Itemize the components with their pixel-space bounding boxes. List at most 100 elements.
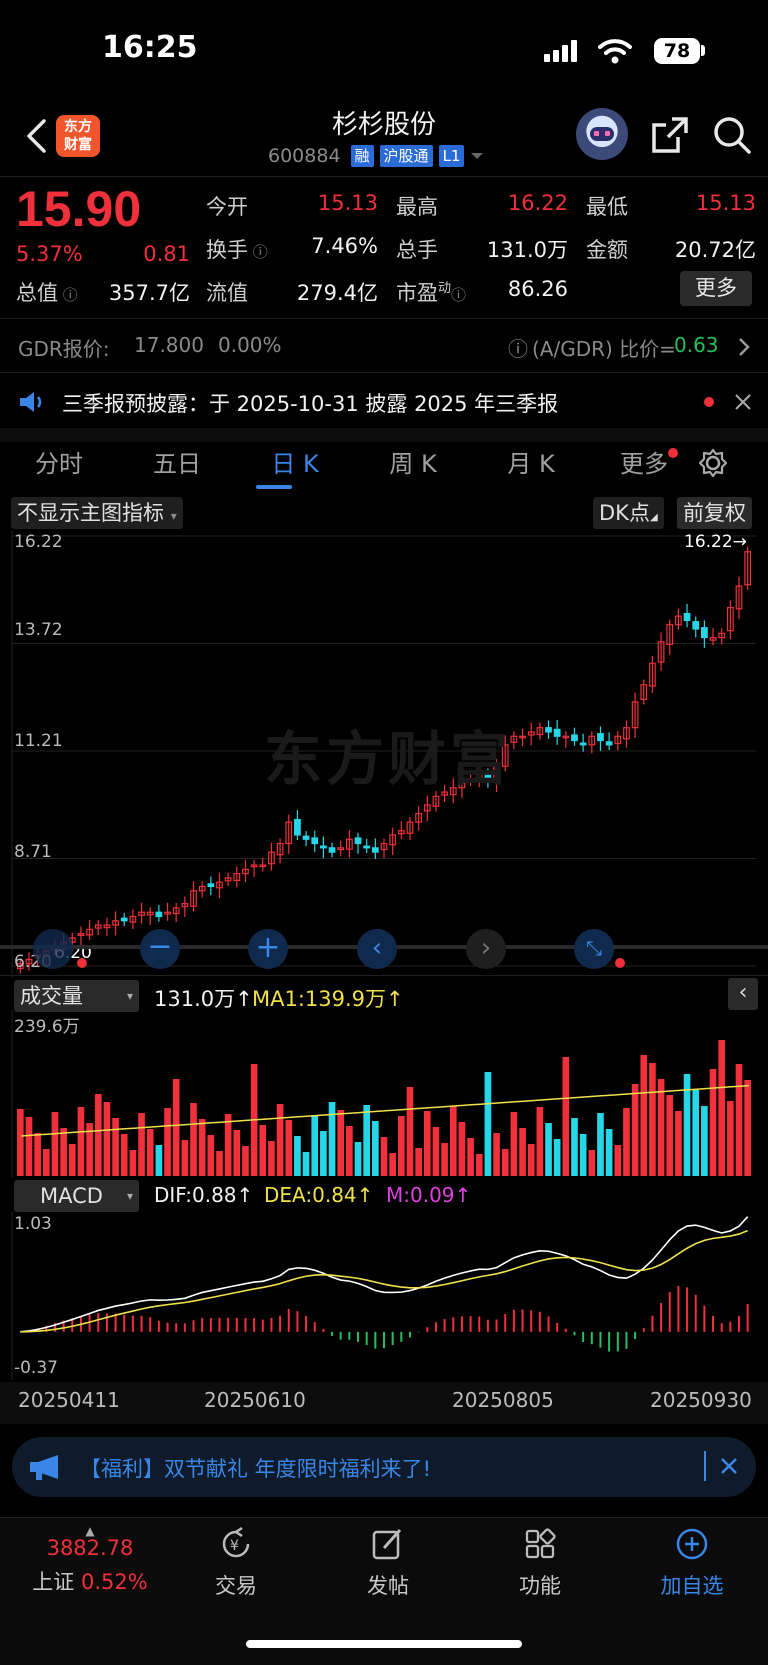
volume-bar (320, 1131, 327, 1176)
candle-body (120, 917, 128, 922)
volume-bar (268, 1141, 275, 1176)
candle-body (363, 845, 371, 849)
mktcap-label: 总值 ⓘ (16, 281, 78, 305)
current-price: 15.90 (16, 181, 142, 237)
volume-bar (467, 1138, 474, 1176)
nav-trade[interactable]: ¥ 交易 (176, 1518, 296, 1600)
nav-post[interactable]: 发帖 (328, 1518, 448, 1600)
tab-monthly-k[interactable]: 月 K (472, 442, 590, 494)
volume-bar (623, 1108, 630, 1176)
notice-dot (704, 397, 714, 407)
promo-banner[interactable]: 【福利】双节献礼 年度限时福利来了! (12, 1437, 756, 1497)
nav-functions[interactable]: 功能 (480, 1518, 600, 1600)
megaphone-icon (30, 1455, 58, 1480)
settings-gear-icon[interactable] (698, 448, 728, 478)
scroll-left-button[interactable]: ‹ (357, 929, 397, 969)
connect-tag: 沪股通 (379, 145, 433, 167)
macd-indicator-select[interactable]: MACD ▾ (14, 1180, 139, 1212)
date-axis: 20250411 20250610 20250805 20250930 (0, 1382, 768, 1424)
collapse-panel-button[interactable]: ‹ (728, 978, 758, 1010)
wifi-icon (598, 39, 632, 64)
candle-body (597, 733, 604, 742)
candle-body (311, 837, 319, 845)
candle-body (545, 727, 552, 733)
y-label-3: 11.21 (14, 731, 63, 751)
ai-assistant-icon[interactable] (576, 108, 628, 160)
share-icon[interactable] (650, 115, 690, 155)
main-indicator-select[interactable]: 不显示主图指标 ▾ (11, 497, 183, 529)
low-value: 15.13 (695, 191, 756, 215)
nav-add-watchlist[interactable]: 加自选 (632, 1518, 752, 1600)
zoom-out-button[interactable]: − (140, 929, 180, 969)
notice-row[interactable]: 三季报预披露：于 2025-10-31 披露 2025 年三季报 (0, 378, 768, 428)
volume-indicator-select[interactable]: 成交量 ▾ (14, 980, 139, 1012)
scroll-right-button[interactable]: › (466, 929, 506, 969)
zoom-in-button[interactable]: + (248, 929, 288, 969)
volume-bar (501, 1149, 509, 1176)
candle-body (571, 734, 578, 742)
volume-bar (458, 1122, 466, 1176)
draw-tool-button[interactable] (33, 929, 73, 969)
volume-bar (190, 1103, 197, 1176)
volume-bar (484, 1072, 492, 1176)
volume-bar (112, 1118, 119, 1176)
volume-bar (34, 1133, 41, 1176)
caret-down-icon[interactable] (470, 151, 484, 161)
watermark: 东方财富 (264, 725, 513, 793)
dk-point-button[interactable]: DK点◢ (593, 497, 664, 529)
volume-bar (666, 1095, 674, 1176)
macd-chart (11, 1212, 749, 1380)
volume-bar (640, 1055, 648, 1176)
low-label: 最低 (586, 195, 628, 219)
search-icon[interactable] (712, 115, 752, 155)
volume-bar (259, 1125, 267, 1176)
macd-dif-line (20, 1216, 749, 1333)
info-icon: ⓘ (508, 337, 528, 361)
volume-bar (423, 1111, 431, 1176)
volume-bar (562, 1057, 570, 1176)
svg-text:¥: ¥ (230, 1538, 239, 1554)
index-name: 上证 (32, 1570, 75, 1594)
volume-bar (77, 1107, 85, 1176)
tab-five-day[interactable]: 五日 (118, 442, 236, 494)
volume-label: 总手 (396, 238, 438, 262)
date-label-2: 20250610 (204, 1388, 306, 1412)
volume-bar (744, 1080, 751, 1176)
turnover-value: 7.46% (311, 234, 378, 258)
promo-close-icon[interactable] (720, 1457, 738, 1475)
volume-ymax: 239.6万 (14, 1017, 80, 1037)
volume-bar (597, 1113, 604, 1176)
volume-bar (25, 1117, 33, 1176)
volume-bar (735, 1064, 743, 1176)
volume-bar (727, 1101, 734, 1176)
volume-bar (675, 1111, 682, 1176)
fullscreen-button[interactable]: ⤡ (574, 929, 614, 969)
grid-icon (525, 1528, 556, 1559)
close-icon[interactable] (734, 393, 752, 411)
gdr-ratio: 0.63 (674, 333, 719, 357)
max-price-marker: 16.22→ (684, 532, 747, 552)
high-value: 16.22 (507, 191, 568, 215)
adjust-button[interactable]: 前复权 (677, 497, 752, 529)
volume-bar (224, 1114, 232, 1176)
tab-intraday[interactable]: 分时 (0, 442, 118, 494)
nav-index-quote[interactable]: ▲ 3882.78 上证 0.52% (20, 1518, 160, 1596)
tab-weekly-k[interactable]: 周 K (354, 442, 472, 494)
volume-bar (337, 1110, 345, 1176)
candle-body (579, 742, 587, 746)
candle-body (328, 847, 336, 853)
volume-bar (164, 1108, 171, 1176)
volume-bar (285, 1120, 293, 1176)
stock-code-row: 600884 融 沪股通 L1 (268, 145, 484, 167)
macd-ymin: -0.37 (14, 1358, 58, 1378)
more-quote-button[interactable]: 更多 (680, 271, 752, 306)
volume-bar (406, 1087, 414, 1176)
volume-ma-line (21, 1084, 749, 1137)
volume-bar (120, 1134, 128, 1176)
tab-daily-k[interactable]: 日 K (236, 442, 354, 494)
tab-more-dot (668, 448, 678, 458)
float-cap-label: 流值 (206, 281, 248, 305)
gdr-row[interactable]: GDR报价: 17.800 0.00% ⓘ (A/GDR) 比价= 0.63 (0, 318, 768, 373)
signal-icon (544, 40, 577, 62)
tab-more[interactable]: 更多 (590, 442, 708, 494)
